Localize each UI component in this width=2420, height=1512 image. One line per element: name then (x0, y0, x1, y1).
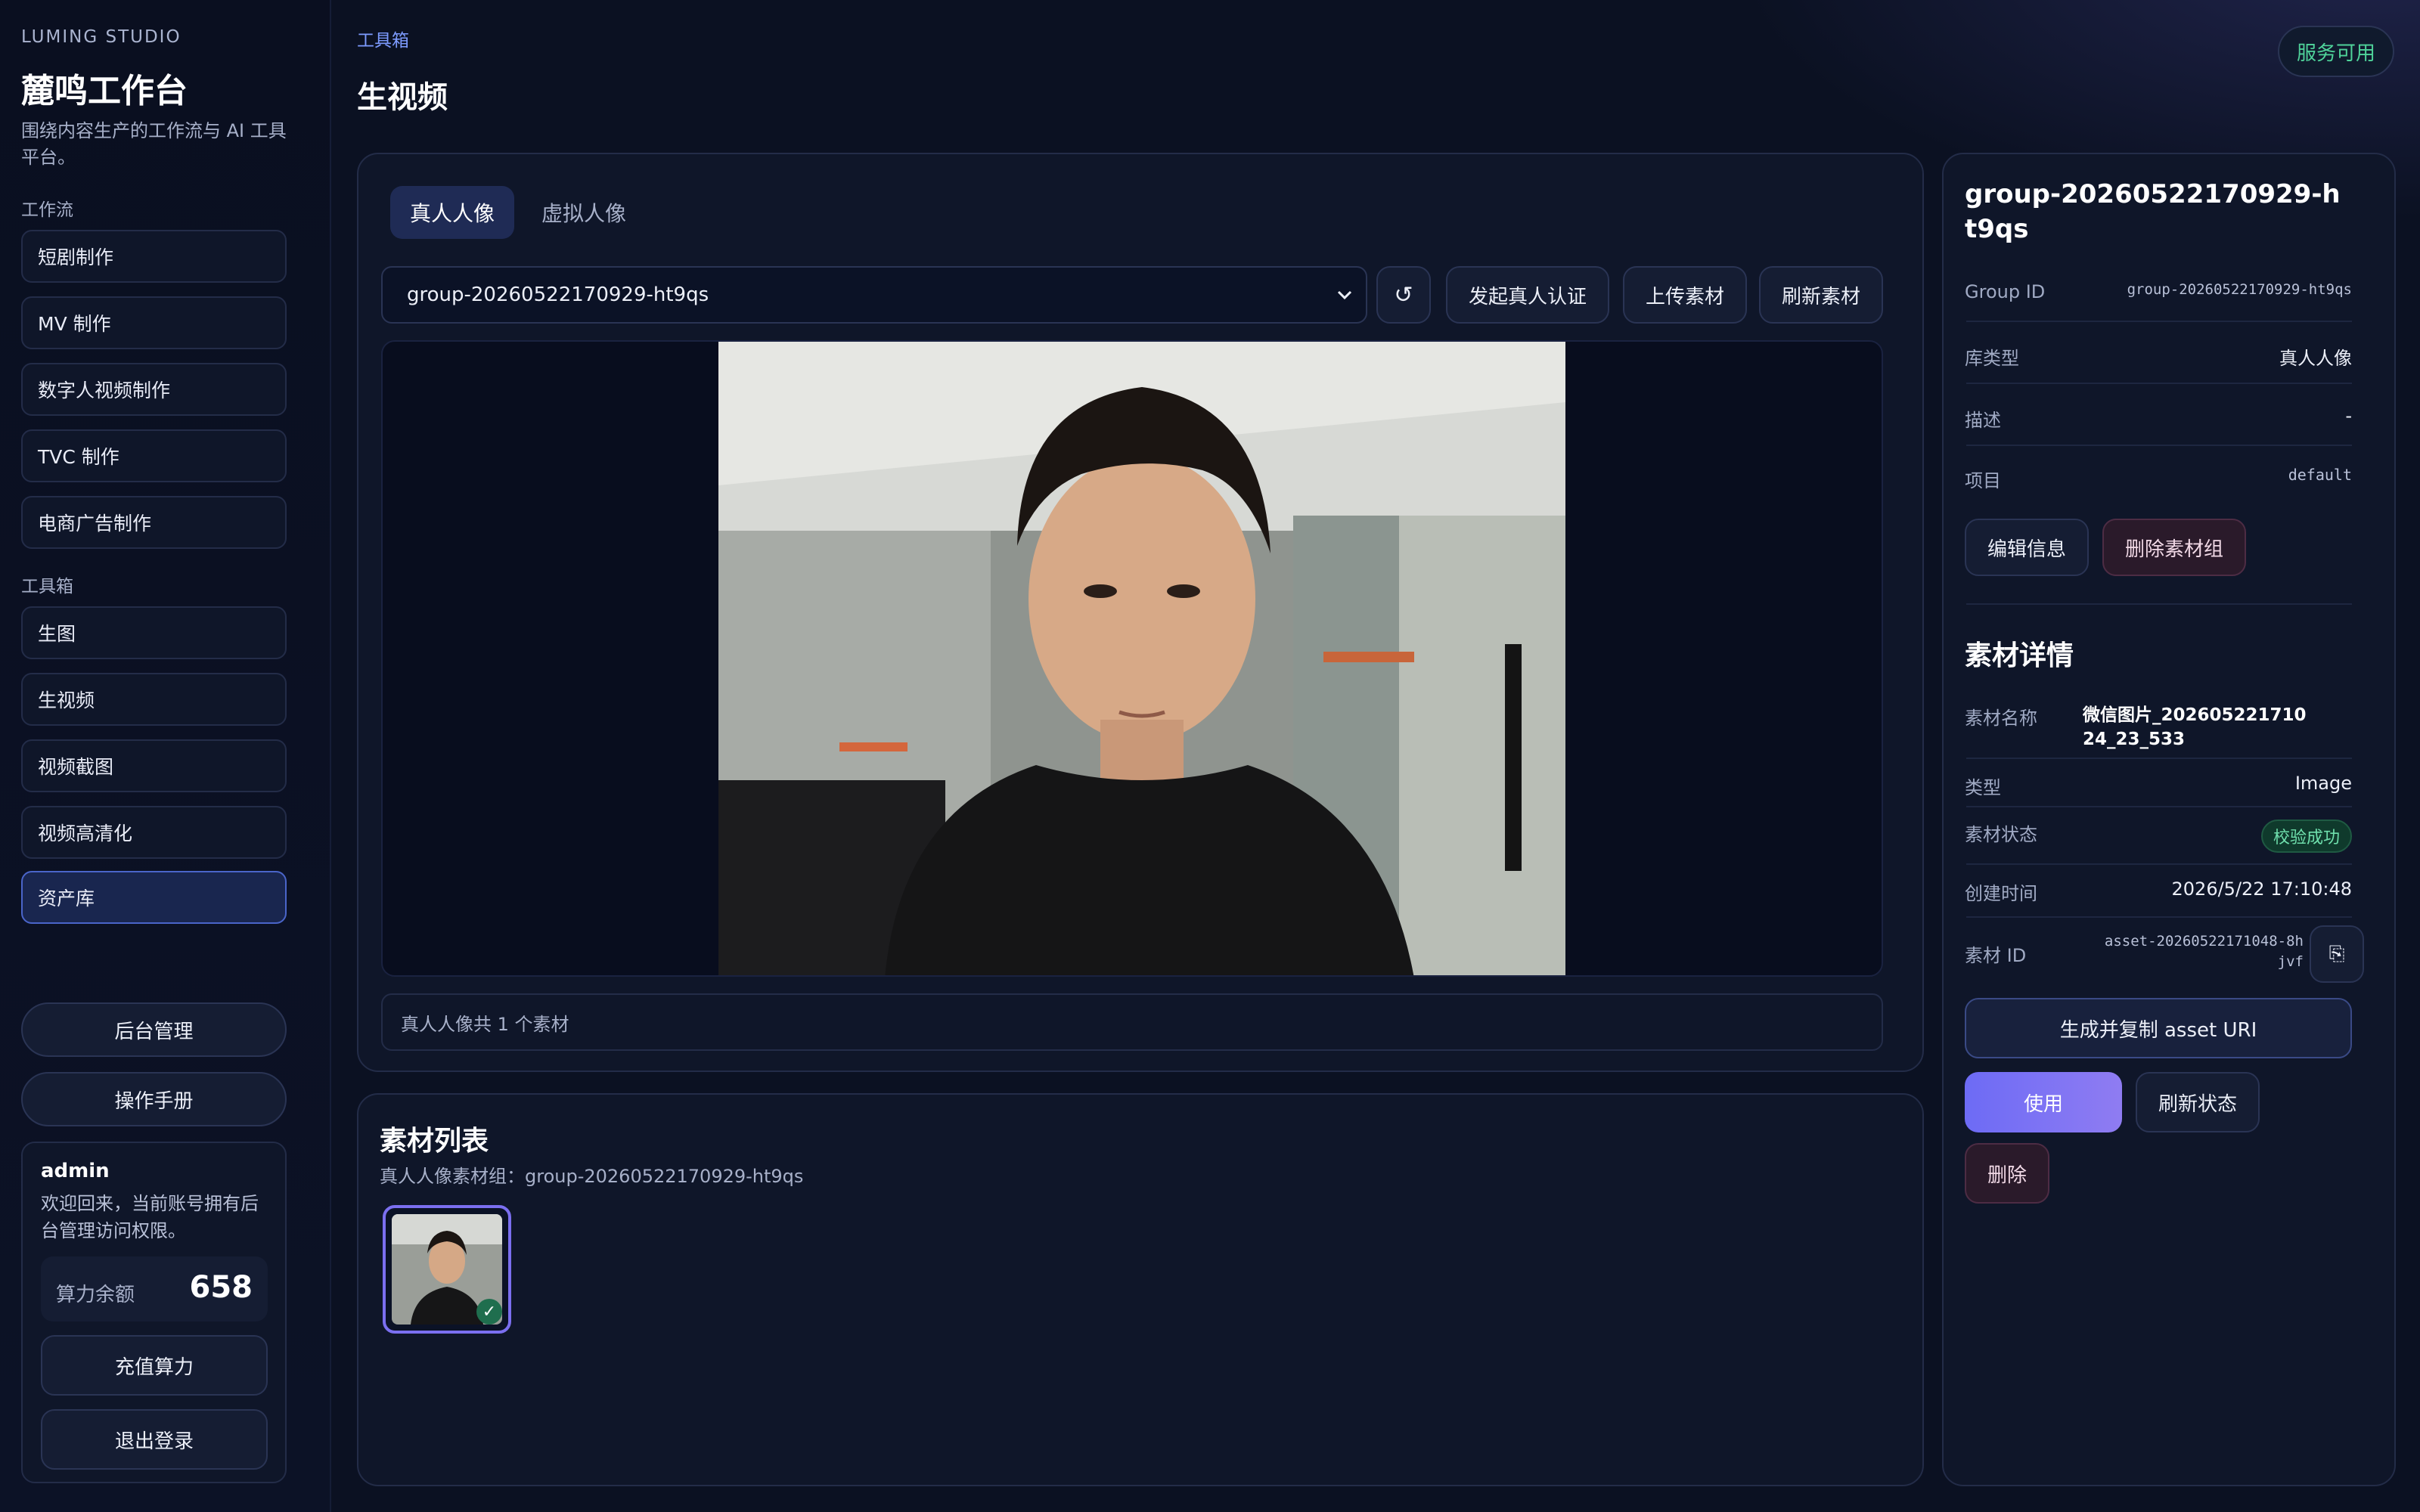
page-title: 生视频 (357, 80, 448, 115)
library-type-label: 库类型 (1965, 348, 2019, 369)
refresh-status-button[interactable]: 刷新状态 (2136, 1072, 2260, 1132)
sidebar: LUMING STUDIO 麓鸣工作台 围绕内容生产的工作流与 AI 工具平台。… (0, 0, 331, 1512)
balance-value: 658 (189, 1270, 253, 1305)
asset-list-subtitle: 真人人像素材组：group-20260522170929-ht9qs (380, 1166, 804, 1187)
balance-box: 算力余额 658 (41, 1256, 268, 1321)
divider (1966, 806, 2352, 807)
group-select-value: group-20260522170929-ht9qs (407, 284, 709, 306)
description-row: 描述 - (1944, 405, 2394, 432)
brand-name: 麓鸣工作台 (21, 72, 188, 110)
viewer-card: 真人人像 虚拟人像 group-20260522170929-ht9qs ↺ 发… (357, 153, 1924, 1072)
portrait-image (718, 342, 1565, 975)
refresh-assets-button[interactable]: 刷新素材 (1759, 266, 1883, 324)
balance-label: 算力余额 (56, 1284, 135, 1306)
nav-item-short-drama[interactable]: 短剧制作 (21, 230, 287, 283)
main-area: 工具箱 生视频 服务可用 真人人像 虚拟人像 group-20260522170… (331, 0, 2420, 1512)
asset-id-value: asset-20260522171048-8hjvf (2104, 933, 2304, 970)
use-button[interactable]: 使用 (1965, 1072, 2122, 1132)
admin-button[interactable]: 后台管理 (21, 1002, 287, 1057)
divider (1966, 383, 2352, 384)
description-label: 描述 (1965, 410, 2001, 431)
divider (1966, 321, 2352, 322)
asset-details-title: 素材详情 (1965, 640, 2074, 671)
chevron-down-icon (1337, 290, 1352, 300)
copy-icon[interactable]: ⎘ (2310, 925, 2364, 983)
divider (1966, 758, 2352, 759)
nav-item-video-upscale[interactable]: 视频高清化 (21, 806, 287, 859)
delete-button[interactable]: 删除 (1965, 1143, 2049, 1204)
start-verification-button[interactable]: 发起真人认证 (1446, 266, 1609, 324)
asset-count-text: 真人人像共 1 个素材 (381, 993, 1883, 1051)
user-welcome: 欢迎回来，当前账号拥有后台管理访问权限。 (41, 1193, 259, 1241)
workflow-section-label: 工作流 (21, 200, 73, 220)
check-icon: ✓ (476, 1299, 502, 1325)
nav-item-mv[interactable]: MV 制作 (21, 296, 287, 349)
description-value: - (2345, 405, 2352, 426)
delete-group-button[interactable]: 删除素材组 (2102, 519, 2246, 576)
nav-item-tvc[interactable]: TVC 制作 (21, 429, 287, 482)
project-value: default (2288, 466, 2352, 484)
nav-item-digital-human[interactable]: 数字人视频制作 (21, 363, 287, 416)
user-card: admin 欢迎回来，当前账号拥有后台管理访问权限。 算力余额 658 充值算力… (21, 1142, 287, 1483)
upload-asset-button[interactable]: 上传素材 (1623, 266, 1747, 324)
brand-description: 围绕内容生产的工作流与 AI 工具平台。 (21, 120, 287, 168)
nav-item-video-screenshot[interactable]: 视频截图 (21, 739, 287, 792)
type-row: 类型 Image (1944, 773, 2394, 799)
toolbox-section-label: 工具箱 (21, 577, 73, 596)
generate-uri-button[interactable]: 生成并复制 asset URI (1965, 998, 2352, 1058)
created-row: 创建时间 2026/5/22 17:10:48 (1944, 878, 2394, 905)
created-value: 2026/5/22 17:10:48 (2171, 878, 2352, 900)
nav-item-video-gen[interactable]: 生视频 (21, 673, 287, 726)
group-title: group-20260522170929-ht9qs (1965, 179, 2341, 244)
asset-list-card: 素材列表 真人人像素材组：group-20260522170929-ht9qs … (357, 1093, 1924, 1486)
breadcrumb[interactable]: 工具箱 (357, 26, 409, 51)
service-status-badge: 服务可用 (2278, 26, 2394, 77)
project-row: 项目 default (1944, 466, 2394, 492)
project-label: 项目 (1965, 470, 2001, 491)
asset-thumbnail[interactable]: ✓ (383, 1205, 511, 1334)
reset-icon[interactable]: ↺ (1376, 266, 1431, 324)
library-type-value: 真人人像 (2279, 348, 2352, 369)
tab-real-portrait[interactable]: 真人人像 (390, 186, 514, 239)
nav-item-asset-library[interactable]: 资产库 (21, 871, 287, 924)
preview-area (381, 340, 1883, 977)
details-panel: group-20260522170929-ht9qs Group ID grou… (1942, 153, 2396, 1486)
group-id-label: Group ID (1965, 281, 2046, 302)
status-label: 素材状态 (1965, 824, 2037, 845)
edit-info-button[interactable]: 编辑信息 (1965, 519, 2089, 576)
group-select[interactable]: group-20260522170929-ht9qs (381, 266, 1367, 324)
group-id-value: group-20260522170929-ht9qs (2127, 281, 2352, 298)
type-label: 类型 (1965, 777, 2001, 798)
tab-virtual-portrait[interactable]: 虚拟人像 (522, 186, 646, 239)
asset-name-label: 素材名称 (1965, 708, 2037, 729)
library-type-row: 库类型 真人人像 (1944, 343, 2394, 370)
nav-item-image-gen[interactable]: 生图 (21, 606, 287, 659)
asset-name-value: 微信图片_20260522171024_23_533 (2083, 705, 2307, 749)
nav-item-ecommerce-ad[interactable]: 电商广告制作 (21, 496, 287, 549)
status-badge: 校验成功 (2260, 820, 2352, 853)
manual-button[interactable]: 操作手册 (21, 1072, 287, 1126)
divider (1966, 916, 2352, 918)
recharge-button[interactable]: 充值算力 (41, 1335, 268, 1396)
divider (1966, 863, 2352, 865)
asset-id-label: 素材 ID (1965, 945, 2027, 966)
divider (1966, 445, 2352, 446)
brand-name-en: LUMING STUDIO (21, 27, 182, 47)
logout-button[interactable]: 退出登录 (41, 1409, 268, 1470)
user-name: admin (41, 1160, 110, 1182)
created-label: 创建时间 (1965, 883, 2037, 904)
divider (1966, 603, 2352, 605)
group-id-row: Group ID group-20260522170929-ht9qs (1944, 281, 2394, 302)
asset-list-title: 素材列表 (380, 1126, 489, 1157)
type-value: Image (2294, 773, 2352, 794)
